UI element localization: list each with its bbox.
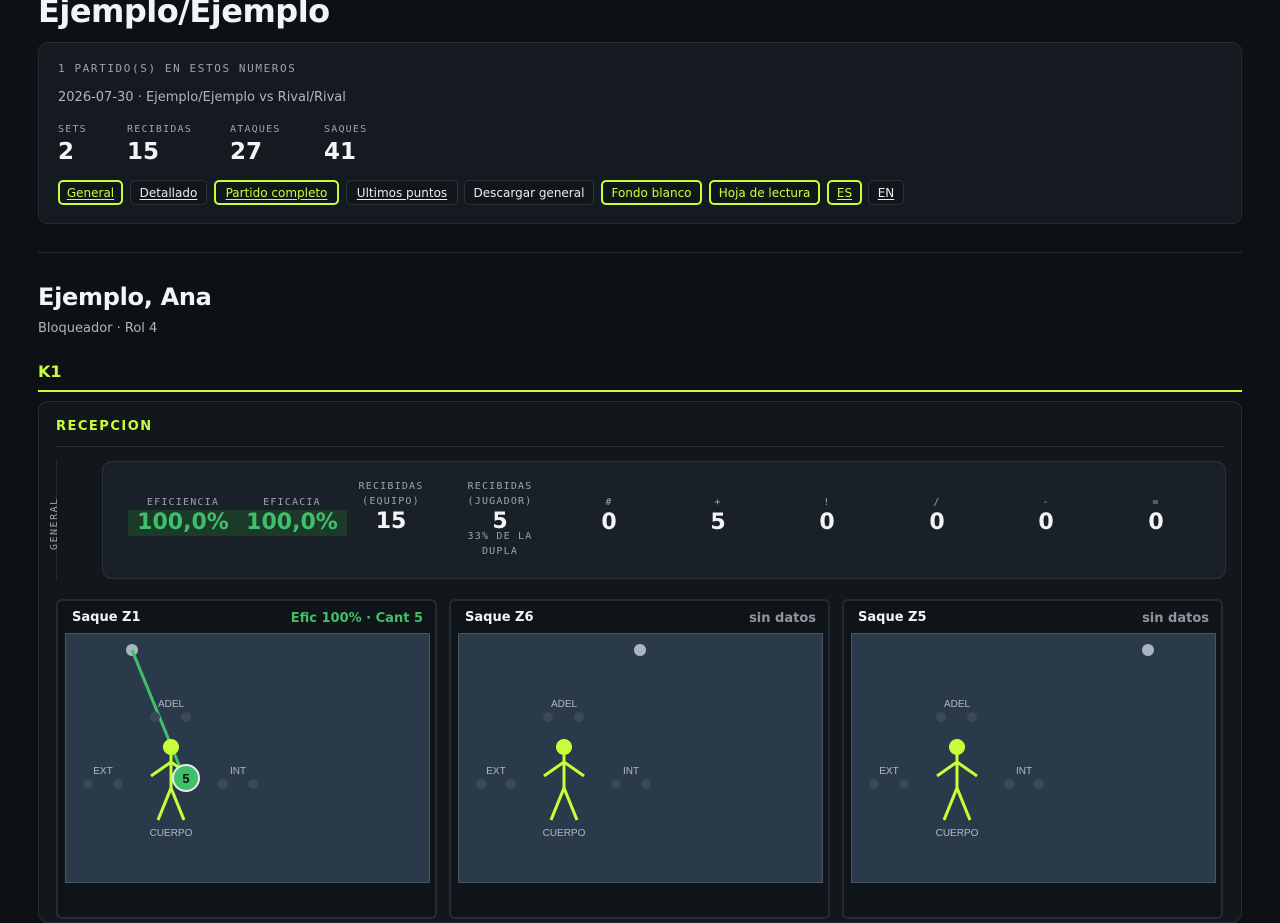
metric-recibidas-equipo: RECIBIDAS (EQUIPO) 15 xyxy=(358,481,424,534)
group-label: GENERAL xyxy=(49,497,60,550)
reception-count: 5 xyxy=(182,771,189,786)
partido-completo-button[interactable]: Partido completo xyxy=(214,180,339,205)
descargar-general-button[interactable]: Descargar general xyxy=(464,180,594,205)
stat-recibidas: RECIBIDAS 15 xyxy=(127,124,192,165)
player-name: Ejemplo, Ana xyxy=(38,283,212,311)
summary-card: 1 PARTIDO(S) EN ESTOS NUMEROS 2026-07-30… xyxy=(38,42,1242,224)
zone-label-int: INT xyxy=(230,766,246,777)
recepcion-section: RECEPCION GENERAL EFICIENCIA 100,0% EFIC… xyxy=(38,401,1242,923)
court-summary: sin datos xyxy=(1142,611,1209,626)
zone-label-int: INT xyxy=(1016,766,1032,777)
court-diagram: ADEL EXT INT CUERPO xyxy=(458,633,823,883)
court-title: Saque Z6 xyxy=(465,610,534,625)
player-role: Bloqueador · Rol 4 xyxy=(38,321,158,336)
zone-label-ext: EXT xyxy=(93,766,112,777)
zone-label-cuerpo: CUERPO xyxy=(936,828,979,839)
metric-hash: # 0 xyxy=(601,497,617,535)
section-title: RECEPCION xyxy=(56,419,153,434)
court-svg: ADEL EXT INT 5 CUERPO xyxy=(83,644,258,839)
serve-origin-dot xyxy=(634,644,646,656)
zone-label-int: INT xyxy=(623,766,639,777)
detallado-button[interactable]: Detallado xyxy=(130,180,207,205)
zone-label-adel: ADEL xyxy=(158,699,185,710)
court-summary: Efic 100% · Cant 5 xyxy=(290,611,423,626)
court-svg: ADEL EXT INT CUERPO xyxy=(869,644,1154,839)
zone-label-cuerpo: CUERPO xyxy=(150,828,193,839)
court-card-z5: Saque Z5 sin datos ADEL EXT INT CUERPO xyxy=(842,599,1223,919)
zone-label-adel: ADEL xyxy=(944,699,971,710)
match-line: 2026-07-30 · Ejemplo/Ejemplo vs Rival/Ri… xyxy=(58,90,346,105)
stat-saques: SAQUES 41 xyxy=(324,124,368,165)
metric-slash: / 0 xyxy=(929,497,945,535)
metric-recibidas-jugador: RECIBIDAS (JUGADOR) 5 33% DE LA DUPLA xyxy=(467,481,533,557)
matches-count: 1 PARTIDO(S) EN ESTOS NUMEROS xyxy=(58,62,297,75)
court-summary: sin datos xyxy=(749,611,816,626)
metrics-panel: EFICIENCIA 100,0% EFICACIA 100,0% RECIBI… xyxy=(102,461,1226,579)
stat-sets: SETS 2 xyxy=(58,124,87,165)
zone-label-ext: EXT xyxy=(486,766,505,777)
general-button[interactable]: General xyxy=(58,180,123,205)
zone-label-ext: EXT xyxy=(879,766,898,777)
court-title: Saque Z5 xyxy=(858,610,927,625)
court-diagram: ADEL EXT INT CUERPO xyxy=(851,633,1216,883)
lang-en-button[interactable]: EN xyxy=(868,180,904,205)
player-figure xyxy=(543,739,585,821)
metric-eficiencia: EFICIENCIA 100,0% xyxy=(128,495,238,536)
metric-plus: + 5 xyxy=(710,497,726,535)
team-title: Ejemplo/Ejemplo xyxy=(38,0,330,30)
divider xyxy=(38,252,1242,253)
metric-exclaim: ! 0 xyxy=(819,497,835,535)
player-figure xyxy=(936,739,978,821)
hoja-de-lectura-button[interactable]: Hoja de lectura xyxy=(709,180,820,205)
court-card-z6: Saque Z6 sin datos ADEL EXT INT CUERPO xyxy=(449,599,830,919)
fondo-blanco-button[interactable]: Fondo blanco xyxy=(601,180,702,205)
stat-ataques: ATAQUES 27 xyxy=(230,124,281,165)
phase-heading: K1 xyxy=(38,362,62,381)
zone-label-adel: ADEL xyxy=(551,699,578,710)
court-title: Saque Z1 xyxy=(72,610,141,625)
court-card-z1: Saque Z1 Efic 100% · Cant 5 ADEL EXT INT xyxy=(56,599,437,919)
metric-equals: = 0 xyxy=(1148,497,1164,535)
phase-underline xyxy=(38,390,1242,392)
ultimos-puntos-button[interactable]: Ultimos puntos xyxy=(346,180,458,205)
lang-es-button[interactable]: ES xyxy=(827,180,862,205)
zone-label-cuerpo: CUERPO xyxy=(543,828,586,839)
metric-eficacia: EFICACIA 100,0% xyxy=(237,495,347,536)
court-diagram: ADEL EXT INT 5 CUERPO xyxy=(65,633,430,883)
serve-origin-dot xyxy=(1142,644,1154,656)
metric-minus: - 0 xyxy=(1038,497,1054,535)
court-svg: ADEL EXT INT CUERPO xyxy=(476,644,651,839)
